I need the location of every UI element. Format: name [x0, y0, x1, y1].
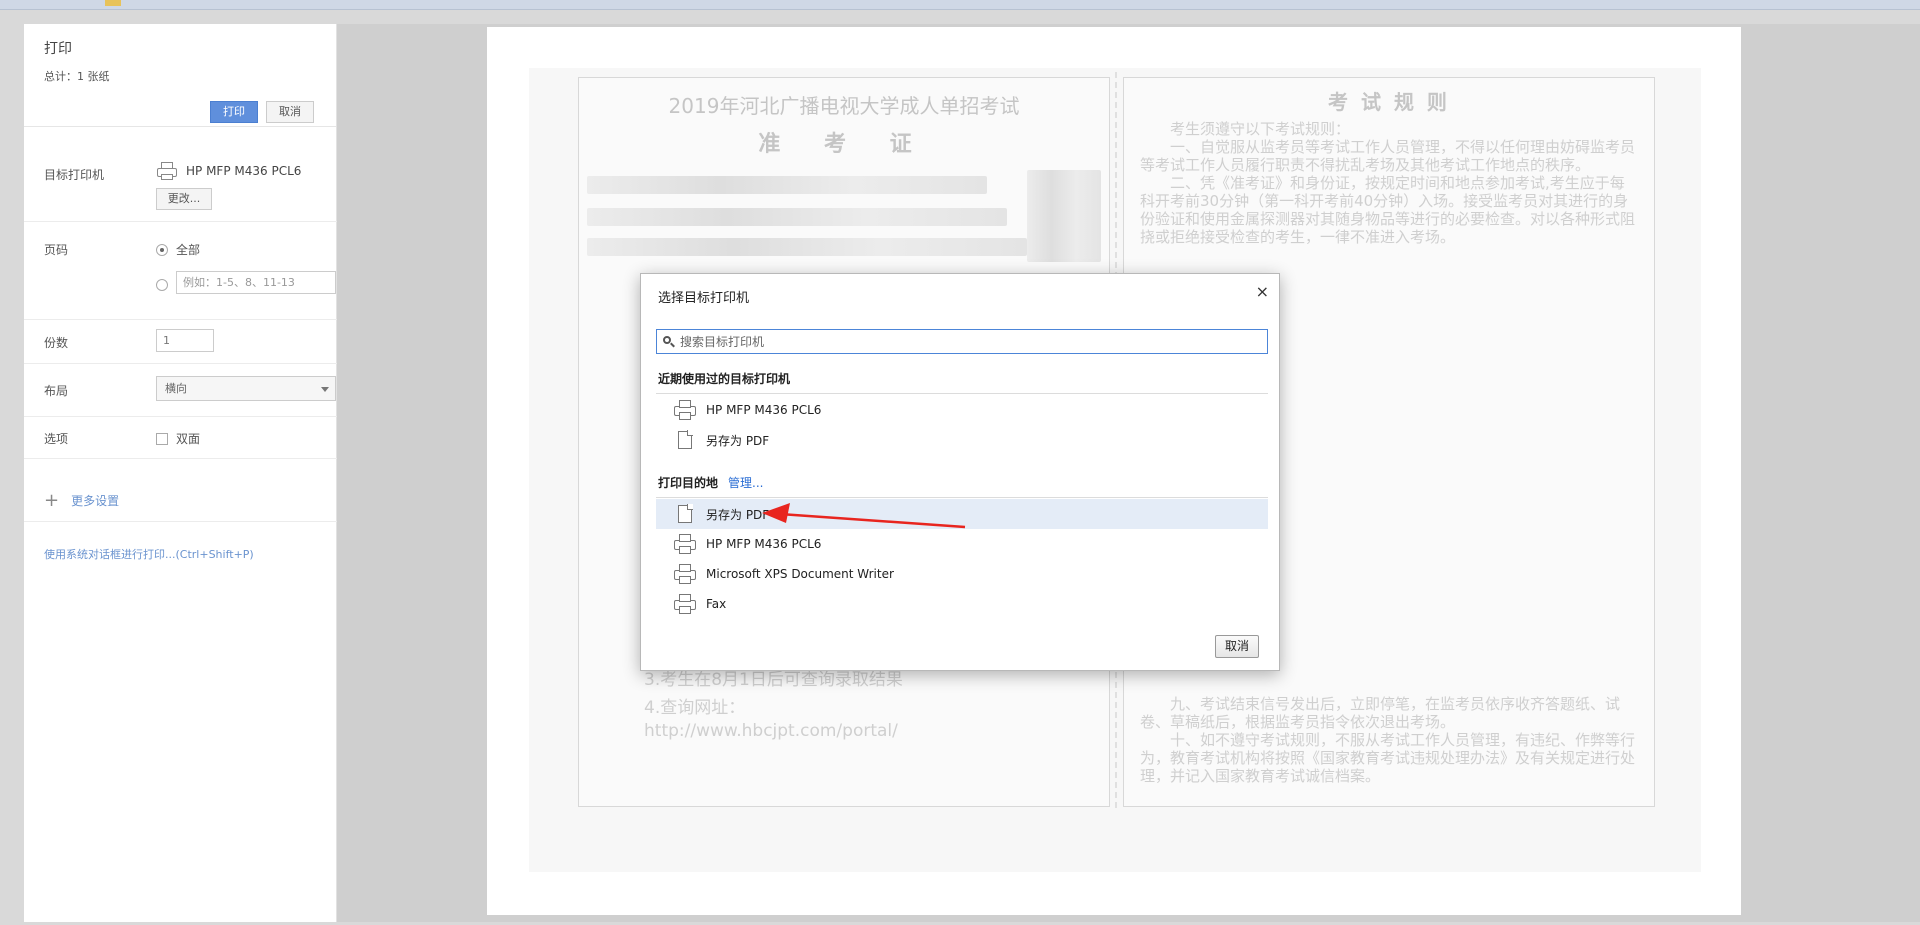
rule-paragraph: 九、考试结束信号发出后，立即停笔，在监考员依序收齐答题纸、试卷、草稿纸后，根据监…	[1140, 695, 1621, 731]
destination-item[interactable]: HP MFP M436 PCL6	[656, 529, 1268, 559]
destination-label: 目标打印机	[44, 168, 105, 182]
destinations-header-label: 打印目的地	[658, 476, 719, 490]
blurred-info	[587, 208, 1007, 226]
more-settings-link[interactable]: + 更多设置	[44, 489, 120, 511]
search-icon	[663, 336, 675, 348]
printer-icon	[156, 162, 178, 180]
destination-item[interactable]: Microsoft XPS Document Writer	[656, 559, 1268, 589]
blurred-info	[587, 238, 1027, 256]
destination-value: HP MFP M436 PCL6	[186, 164, 302, 178]
more-settings-label: 更多设置	[71, 494, 120, 508]
panel-header: 打印 总计：1 张纸 打印 取消	[24, 24, 336, 127]
blurred-info	[587, 176, 987, 194]
printer-icon	[674, 564, 696, 584]
divider	[24, 363, 337, 364]
layout-label: 布局	[44, 384, 69, 398]
dialog-title: 选择目标打印机	[658, 291, 750, 306]
pages-all-label: 全部	[176, 243, 201, 257]
printer-icon	[674, 400, 696, 420]
system-dialog-link[interactable]: 使用系统对话框进行打印...(Ctrl+Shift+P)	[44, 546, 254, 562]
plus-icon: +	[44, 489, 60, 511]
note-line: 4.查询网址：	[644, 698, 746, 718]
recent-printer-item[interactable]: HP MFP M436 PCL6	[656, 395, 1268, 425]
destinations-header: 打印目的地 管理...	[658, 474, 763, 491]
rule-paragraph: 一、自觉服从监考员等考试工作人员管理，不得以任何理由妨碍监考员等考试工作人员履行…	[1140, 138, 1636, 174]
dialog-cancel-button[interactable]: 取消	[1215, 635, 1259, 658]
destination-item-save-as-pdf[interactable]: 另存为 PDF	[656, 499, 1268, 529]
printer-name: Fax	[706, 597, 727, 611]
divider	[24, 319, 337, 320]
options-label: 选项	[44, 432, 69, 446]
panel-title: 打印	[44, 41, 72, 57]
printer-name: 另存为 PDF	[706, 433, 770, 448]
document-title: 2019年河北广播电视大学成人单招考试	[668, 94, 1020, 118]
printer-name: Microsoft XPS Document Writer	[706, 567, 894, 581]
printer-name: 另存为 PDF	[706, 507, 770, 522]
printer-icon	[674, 534, 696, 554]
divider	[24, 221, 337, 222]
close-icon[interactable]: ×	[1256, 282, 1269, 301]
pages-range-input[interactable]: 例如：1-5、8、11-13	[176, 271, 336, 294]
rule-paragraph: 考生须遵守以下考试规则：	[1170, 120, 1351, 138]
copies-input[interactable]: 1	[156, 329, 214, 352]
pages-all-radio[interactable]	[156, 243, 168, 256]
change-destination-button[interactable]: 更改...	[156, 188, 212, 210]
pages-label: 页码	[44, 243, 69, 257]
printer-name: HP MFP M436 PCL6	[706, 403, 822, 417]
divider	[24, 416, 337, 417]
rules-text-bottom: 九、考试结束信号发出后，立即停笔，在监考员依序收齐答题纸、试卷、草稿纸后，根据监…	[1140, 695, 1635, 785]
duplex-label: 双面	[176, 432, 201, 446]
recent-printer-item[interactable]: 另存为 PDF	[656, 425, 1268, 455]
cancel-button[interactable]: 取消	[266, 101, 314, 123]
duplex-checkbox[interactable]	[156, 432, 168, 445]
pdf-document-icon	[678, 430, 693, 449]
sheet-total: 总计：1 张纸	[44, 70, 110, 83]
divider	[24, 458, 337, 459]
divider	[656, 393, 1268, 394]
layout-select[interactable]: 横向	[156, 376, 336, 401]
document-subtitle: 准 考 证	[758, 132, 930, 157]
printer-search-input[interactable]: 搜索目标打印机	[656, 329, 1268, 354]
note-line: http://www.hbcjpt.com/portal/	[644, 721, 898, 741]
layout-value: 横向	[165, 382, 187, 395]
recent-printers-header: 近期使用过的目标打印机	[658, 372, 791, 386]
manage-link[interactable]: 管理...	[728, 476, 763, 490]
divider	[24, 521, 337, 522]
search-placeholder: 搜索目标打印机	[680, 335, 765, 349]
select-printer-dialog: 选择目标打印机 × 搜索目标打印机 近期使用过的目标打印机 HP MFP M43…	[640, 273, 1280, 671]
rule-paragraph: 十、如不遵守考试规则，不服从考试工作人员管理，有违纪、作弊等行为，教育考试机构将…	[1140, 731, 1636, 785]
window-top-strip	[0, 0, 1920, 10]
pages-custom-radio[interactable]	[156, 279, 168, 291]
printer-icon	[674, 594, 696, 614]
rules-title: 考 试 规 则	[1328, 90, 1450, 114]
print-button[interactable]: 打印	[210, 101, 258, 123]
rule-paragraph: 二、凭《准考证》和身份证，按规定时间和地点参加考试,考生应于每科开考前30分钟（…	[1140, 174, 1636, 246]
blurred-photo	[1027, 170, 1101, 262]
divider	[656, 497, 1268, 498]
chevron-down-icon	[321, 387, 329, 392]
destination-item[interactable]: Fax	[656, 589, 1268, 619]
print-settings-panel: 打印 总计：1 张纸 打印 取消 目标打印机 HP MFP M436 PCL6 …	[24, 24, 337, 922]
folder-icon	[105, 0, 121, 6]
copies-label: 份数	[44, 336, 69, 350]
rules-text-top: 考生须遵守以下考试规则： 一、自觉服从监考员等考试工作人员管理，不得以任何理由妨…	[1140, 120, 1635, 246]
printer-name: HP MFP M436 PCL6	[706, 537, 822, 551]
pdf-document-icon	[678, 504, 693, 523]
